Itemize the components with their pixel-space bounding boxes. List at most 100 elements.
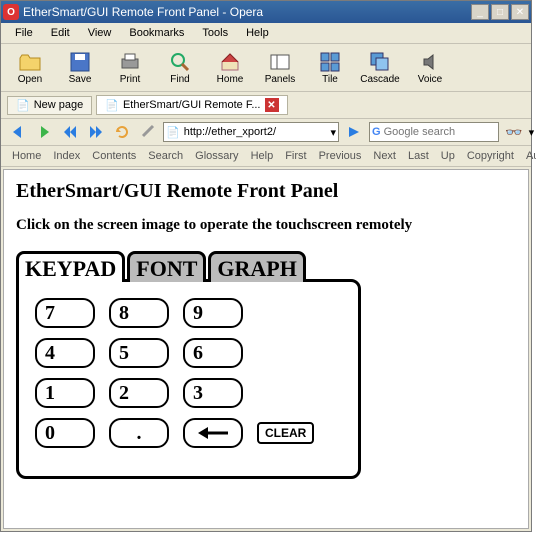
link-previous[interactable]: Previous xyxy=(314,149,367,163)
link-home[interactable]: Home xyxy=(7,149,46,163)
maximize-button[interactable]: □ xyxy=(491,4,509,20)
voice-button[interactable]: Voice xyxy=(407,48,453,87)
url-box[interactable]: 📄 ▾ xyxy=(163,122,339,142)
active-tab-label: EtherSmart/GUI Remote F... xyxy=(123,99,261,111)
tile-icon xyxy=(318,50,342,74)
minimize-button[interactable]: _ xyxy=(471,4,489,20)
panels-button[interactable]: Panels xyxy=(257,48,303,87)
printer-icon xyxy=(118,50,142,74)
panels-icon xyxy=(268,50,292,74)
floppy-icon xyxy=(68,50,92,74)
key-0[interactable]: 0 xyxy=(35,418,95,448)
link-last[interactable]: Last xyxy=(403,149,434,163)
menu-tools[interactable]: Tools xyxy=(194,25,236,41)
binoculars-icon[interactable]: 👓 xyxy=(503,122,525,142)
home-button[interactable]: Home xyxy=(207,48,253,87)
open-button[interactable]: Open xyxy=(7,48,53,87)
fastforward-button[interactable] xyxy=(85,122,107,142)
page-icon: 📄 xyxy=(166,126,180,139)
link-copyright[interactable]: Copyright xyxy=(462,149,519,163)
active-tab[interactable]: 📄 EtherSmart/GUI Remote F... ✕ xyxy=(96,95,287,115)
menu-view[interactable]: View xyxy=(80,25,120,41)
link-glossary[interactable]: Glossary xyxy=(190,149,243,163)
save-label: Save xyxy=(69,74,92,85)
page-content: EtherSmart/GUI Remote Front Panel Click … xyxy=(3,169,529,529)
voice-icon xyxy=(418,50,442,74)
opera-icon: O xyxy=(3,4,19,20)
link-contents[interactable]: Contents xyxy=(87,149,141,163)
print-label: Print xyxy=(120,74,141,85)
dropdown-icon[interactable]: ▾ xyxy=(330,126,336,139)
save-button[interactable]: Save xyxy=(57,48,103,87)
url-input[interactable] xyxy=(184,126,327,138)
window-title: EtherSmart/GUI Remote Front Panel - Oper… xyxy=(23,5,471,19)
tile-button[interactable]: Tile xyxy=(307,48,353,87)
open-label: Open xyxy=(18,74,42,85)
key-3[interactable]: 3 xyxy=(183,378,243,408)
navbar: 📄 ▾ G ▾ 👓 xyxy=(1,119,531,146)
find-label: Find xyxy=(170,74,189,85)
keypad-grid: 7 8 9 4 5 6 1 2 3 xyxy=(35,298,348,408)
key-clear[interactable]: CLEAR xyxy=(257,422,314,444)
tab-graph[interactable]: GRAPH xyxy=(208,251,305,282)
menu-file[interactable]: File xyxy=(7,25,41,41)
forward-button[interactable] xyxy=(33,122,55,142)
tab-font[interactable]: FONT xyxy=(127,251,206,282)
link-search[interactable]: Search xyxy=(143,149,188,163)
panels-label: Panels xyxy=(265,74,296,85)
menu-bookmarks[interactable]: Bookmarks xyxy=(121,25,192,41)
key-2[interactable]: 2 xyxy=(109,378,169,408)
tabstrip: 📄 New page 📄 EtherSmart/GUI Remote F... … xyxy=(1,92,531,119)
link-up[interactable]: Up xyxy=(436,149,460,163)
linkbar: Home Index Contents Search Glossary Help… xyxy=(1,146,531,167)
panel-tabs: KEYPAD FONT GRAPH xyxy=(16,248,516,279)
house-icon xyxy=(218,50,242,74)
link-help[interactable]: Help xyxy=(246,149,279,163)
menu-help[interactable]: Help xyxy=(238,25,277,41)
reload-button[interactable] xyxy=(111,122,133,142)
link-author[interactable]: Author xyxy=(521,149,536,163)
key-9[interactable]: 9 xyxy=(183,298,243,328)
page-heading: EtherSmart/GUI Remote Front Panel xyxy=(16,180,516,203)
key-8[interactable]: 8 xyxy=(109,298,169,328)
cascade-button[interactable]: Cascade xyxy=(357,48,403,87)
key-6[interactable]: 6 xyxy=(183,338,243,368)
toolbar: Open Save Print Find Home Panels Tile Ca… xyxy=(1,44,531,92)
app-window: O EtherSmart/GUI Remote Front Panel - Op… xyxy=(0,0,532,532)
cascade-icon xyxy=(368,50,392,74)
folder-open-icon xyxy=(18,50,42,74)
key-5[interactable]: 5 xyxy=(109,338,169,368)
key-backspace[interactable] xyxy=(183,418,243,448)
titlebar: O EtherSmart/GUI Remote Front Panel - Op… xyxy=(1,1,531,23)
page-instruction: Click on the screen image to operate the… xyxy=(16,217,516,234)
dropdown-icon[interactable]: ▾ xyxy=(529,126,535,139)
search-box[interactable]: G ▾ xyxy=(369,122,499,142)
new-page-tab[interactable]: 📄 New page xyxy=(7,96,92,115)
close-button[interactable]: ✕ xyxy=(511,4,529,20)
print-button[interactable]: Print xyxy=(107,48,153,87)
google-icon: G xyxy=(372,126,381,138)
new-page-label: New page xyxy=(34,99,84,111)
link-first[interactable]: First xyxy=(280,149,311,163)
tab-keypad[interactable]: KEYPAD xyxy=(16,251,125,282)
panel-body: 7 8 9 4 5 6 1 2 3 0 . CLEAR xyxy=(16,279,361,479)
wand-button[interactable] xyxy=(137,122,159,142)
tab-close-icon[interactable]: ✕ xyxy=(265,98,279,112)
cascade-label: Cascade xyxy=(360,74,399,85)
menu-edit[interactable]: Edit xyxy=(43,25,78,41)
magnifier-icon xyxy=(168,50,192,74)
go-button[interactable] xyxy=(343,122,365,142)
link-index[interactable]: Index xyxy=(48,149,85,163)
rewind-button[interactable] xyxy=(59,122,81,142)
back-button[interactable] xyxy=(7,122,29,142)
key-7[interactable]: 7 xyxy=(35,298,95,328)
link-next[interactable]: Next xyxy=(368,149,401,163)
key-1[interactable]: 1 xyxy=(35,378,95,408)
key-4[interactable]: 4 xyxy=(35,338,95,368)
voice-label: Voice xyxy=(418,74,442,85)
find-button[interactable]: Find xyxy=(157,48,203,87)
keypad-bottom-row: 0 . CLEAR xyxy=(35,418,348,448)
key-dot[interactable]: . xyxy=(109,418,169,448)
arrow-left-icon xyxy=(196,426,230,440)
window-buttons: _ □ ✕ xyxy=(471,4,529,20)
